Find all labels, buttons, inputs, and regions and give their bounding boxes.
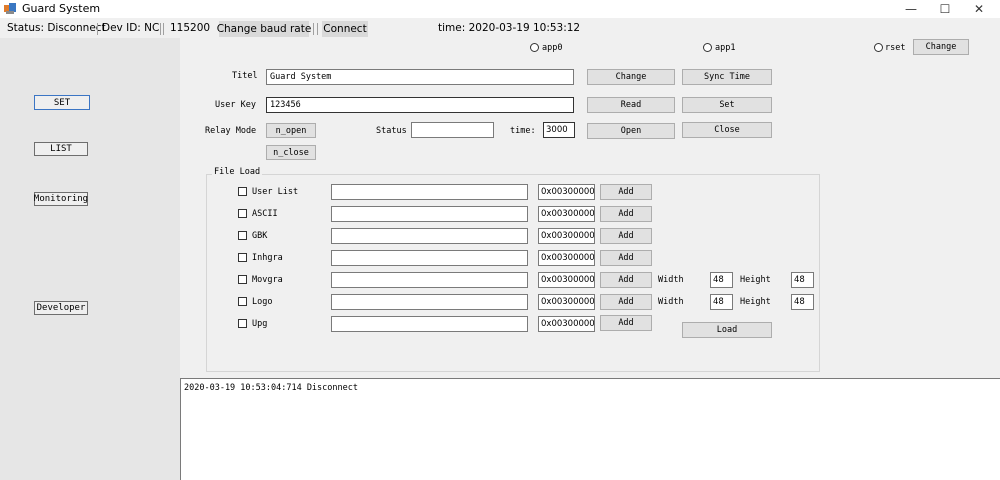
- file-address-input[interactable]: 0x00300000: [538, 184, 595, 200]
- file-path-input[interactable]: [331, 250, 528, 266]
- left-nav-panel: [0, 38, 180, 480]
- time-input[interactable]: 3000: [543, 122, 575, 138]
- file-path-input[interactable]: [331, 228, 528, 244]
- file-path-input[interactable]: [331, 316, 528, 332]
- movgra-width-input[interactable]: 48: [710, 272, 733, 288]
- add-file-button[interactable]: Add: [600, 294, 652, 310]
- file-path-input[interactable]: [331, 184, 528, 200]
- baud-rate-text: 115200: [170, 22, 211, 34]
- file-path-input[interactable]: [331, 272, 528, 288]
- time-label: time:: [510, 126, 536, 136]
- logo-height-label: Height: [740, 297, 771, 307]
- file-address-input[interactable]: 0x00300000: [538, 272, 595, 288]
- upg-checkbox[interactable]: [238, 319, 247, 328]
- logo-checkbox[interactable]: [238, 297, 247, 306]
- ascii-checkbox[interactable]: [238, 209, 247, 218]
- movgra-height-label: Height: [740, 275, 771, 285]
- file-path-input[interactable]: [331, 294, 528, 310]
- log-line: 2020-03-19 10:53:04:714 Disconnect: [184, 383, 358, 393]
- file-address-input[interactable]: 0x00300000: [538, 250, 595, 266]
- add-file-button[interactable]: Add: [600, 315, 652, 331]
- logo-height-input[interactable]: 48: [791, 294, 814, 310]
- dev-id-text: Dev ID: NC: [102, 22, 160, 34]
- logo-width-input[interactable]: 48: [710, 294, 733, 310]
- nav-monitoring-button[interactable]: Monitoring: [34, 192, 88, 206]
- logo-width-label: Width: [658, 297, 684, 307]
- file-address-input[interactable]: 0x00300000: [538, 294, 595, 310]
- set-button[interactable]: Set: [682, 97, 772, 113]
- file-address-input[interactable]: 0x00300000: [538, 228, 595, 244]
- relay-mode-label: Relay Mode: [205, 126, 257, 136]
- status-input[interactable]: [411, 122, 494, 138]
- status-label: Status: [376, 126, 407, 136]
- nav-list-button[interactable]: LIST: [34, 142, 88, 156]
- inhgra-checkbox[interactable]: [238, 253, 247, 262]
- movgra-width-label: Width: [658, 275, 684, 285]
- titel-label: Titel: [232, 71, 258, 81]
- user-key-input[interactable]: 123456: [266, 97, 574, 113]
- change-title-button[interactable]: Change: [587, 69, 675, 85]
- app0-radio[interactable]: [530, 43, 539, 52]
- file-path-input[interactable]: [331, 206, 528, 222]
- n-open-button[interactable]: n_open: [266, 123, 316, 138]
- app0-label: app0: [542, 43, 563, 53]
- nav-set-button[interactable]: SET: [34, 95, 90, 110]
- app1-radio[interactable]: [703, 43, 712, 52]
- file-item-label: Inhgra: [252, 253, 283, 263]
- app1-label: app1: [715, 43, 736, 53]
- file-load-legend: File Load: [212, 167, 263, 177]
- gbk-checkbox[interactable]: [238, 231, 247, 240]
- change-app-button[interactable]: Change: [913, 39, 969, 55]
- read-button[interactable]: Read: [587, 97, 675, 113]
- title-bar: Guard System — ☐ ✕: [0, 0, 1000, 18]
- close-relay-button[interactable]: Close: [682, 122, 772, 138]
- strip-separator: [163, 23, 164, 35]
- file-item-label: User List: [252, 187, 299, 197]
- file-item-label: ASCII: [252, 209, 278, 219]
- movgra-checkbox[interactable]: [238, 275, 247, 284]
- file-address-input[interactable]: 0x00300000: [538, 206, 595, 222]
- add-file-button[interactable]: Add: [600, 250, 652, 266]
- log-output[interactable]: 2020-03-19 10:53:04:714 Disconnect: [180, 378, 1000, 480]
- titel-input[interactable]: Guard System: [266, 69, 574, 85]
- strip-separator: [313, 23, 314, 35]
- connect-button[interactable]: Connect: [322, 21, 368, 37]
- file-address-input[interactable]: 0x00300000: [538, 316, 595, 332]
- file-item-label: Movgra: [252, 275, 283, 285]
- status-text: Status: Disconnect: [7, 22, 106, 34]
- movgra-height-input[interactable]: 48: [791, 272, 814, 288]
- sync-time-button[interactable]: Sync Time: [682, 69, 772, 85]
- window-title: Guard System: [22, 2, 101, 15]
- user-list-checkbox[interactable]: [238, 187, 247, 196]
- load-button[interactable]: Load: [682, 322, 772, 338]
- file-item-label: Upg: [252, 319, 268, 329]
- app-icon: [4, 3, 16, 14]
- rset-radio[interactable]: [874, 43, 883, 52]
- strip-separator: [160, 23, 161, 35]
- change-baud-rate-button[interactable]: Change baud rate: [217, 21, 311, 37]
- close-window-button[interactable]: ✕: [962, 0, 996, 18]
- file-item-label: GBK: [252, 231, 268, 241]
- maximize-button[interactable]: ☐: [928, 0, 962, 18]
- add-file-button[interactable]: Add: [600, 206, 652, 222]
- file-item-label: Logo: [252, 297, 273, 307]
- strip-separator: [317, 23, 318, 35]
- add-file-button[interactable]: Add: [600, 184, 652, 200]
- add-file-button[interactable]: Add: [600, 272, 652, 288]
- rset-label: rset: [885, 43, 906, 53]
- minimize-button[interactable]: —: [894, 0, 928, 18]
- n-close-button[interactable]: n_close: [266, 145, 316, 160]
- strip-separator: [97, 23, 98, 35]
- nav-developer-button[interactable]: Developer: [34, 301, 88, 315]
- current-time-text: time: 2020-03-19 10:53:12: [438, 22, 581, 34]
- add-file-button[interactable]: Add: [600, 228, 652, 244]
- open-button[interactable]: Open: [587, 123, 675, 139]
- user-key-label: User Key: [215, 100, 256, 110]
